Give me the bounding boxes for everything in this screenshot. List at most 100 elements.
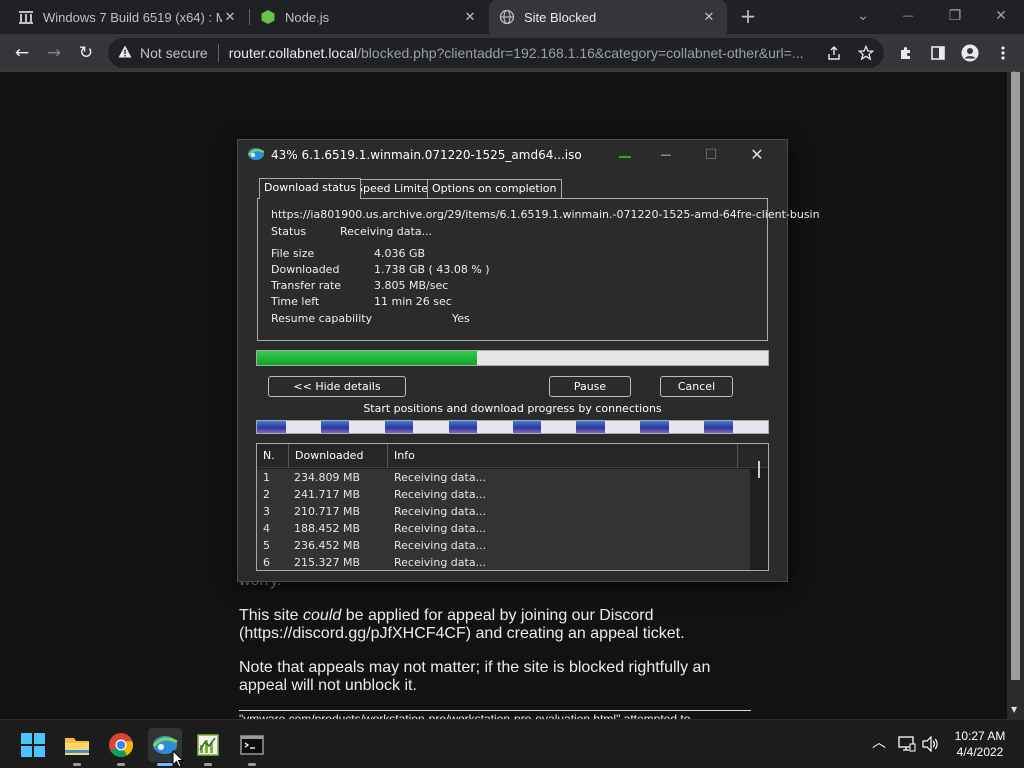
tab-speed-limiter[interactable]: Speed Limiter xyxy=(351,179,438,198)
footer-text-fragment: "vmware.com/products/workstation-pro/wor… xyxy=(239,712,691,719)
transfer-rate-label: Transfer rate xyxy=(271,279,342,292)
tab-options-on-completion[interactable]: Options on completion xyxy=(427,179,562,198)
connection-segment xyxy=(576,421,605,433)
cancel-button[interactable]: Cancel xyxy=(660,376,733,397)
security-label[interactable]: Not secure xyxy=(140,45,208,61)
tab-search-button[interactable]: ⌄ xyxy=(848,4,878,28)
profile-icon[interactable] xyxy=(957,40,983,66)
archive-icon xyxy=(18,9,34,25)
table-row[interactable]: 6 215.327 MB Receiving data... xyxy=(257,554,750,570)
terminal-icon[interactable] xyxy=(239,732,265,758)
dialog-maximize-button[interactable]: ☐ xyxy=(691,143,731,167)
cell-n: 2 xyxy=(263,488,270,501)
connections-progress-bar xyxy=(256,420,769,434)
table-row[interactable]: 5 236.452 MB Receiving data... xyxy=(257,537,750,554)
column-header-info[interactable]: Info xyxy=(388,444,738,468)
forward-button[interactable]: → xyxy=(41,40,67,66)
back-button[interactable]: ← xyxy=(9,40,35,66)
address-bar[interactable]: Not secure router.collabnet.local/blocke… xyxy=(108,38,884,68)
table-scrollbar-thumb[interactable] xyxy=(758,461,760,478)
resume-label: Resume capability xyxy=(271,312,373,325)
clock-time: 10:27 AM xyxy=(954,729,1006,743)
resume-value: Yes xyxy=(452,312,470,325)
table-row[interactable]: 3 210.717 MB Receiving data... xyxy=(257,503,750,520)
reload-button[interactable]: ↻ xyxy=(73,40,99,66)
title-progress-icon xyxy=(619,156,631,158)
connections-label: Start positions and download progress by… xyxy=(363,402,662,415)
network-icon[interactable] xyxy=(898,736,916,755)
cell-info: Receiving data... xyxy=(394,505,487,518)
mouse-cursor-icon xyxy=(172,749,185,768)
cell-downloaded: 188.452 MB xyxy=(294,522,361,535)
dialog-minimize-button[interactable]: — xyxy=(646,143,686,167)
tab-site-blocked[interactable]: Site Blocked ✕ xyxy=(489,0,727,34)
tab-download-status[interactable]: Download status xyxy=(259,178,361,199)
download-status-panel: https://ia801900.us.archive.org/29/items… xyxy=(257,198,820,341)
download-url: https://ia801900.us.archive.org/29/items… xyxy=(271,208,820,221)
idm-download-dialog: 43% 6.1.6519.1.winmain.071220-1525_amd64… xyxy=(237,139,820,582)
file-explorer-icon[interactable] xyxy=(64,732,90,758)
cell-downloaded: 210.717 MB xyxy=(294,505,361,518)
warning-icon[interactable] xyxy=(118,45,132,61)
connection-segment xyxy=(640,421,669,433)
cell-info: Receiving data... xyxy=(394,522,487,535)
column-header-n[interactable]: N. xyxy=(257,444,289,468)
scroll-down-arrow-icon[interactable]: ▼ xyxy=(1011,705,1017,714)
task-manager-icon[interactable] xyxy=(195,732,221,758)
cell-downloaded: 215.327 MB xyxy=(294,556,361,569)
page-divider xyxy=(239,710,751,711)
tab-title: Node.js xyxy=(285,9,330,25)
table-row[interactable]: 1 234.809 MB Receiving data... xyxy=(257,469,750,486)
scrollbar-thumb[interactable] xyxy=(1011,72,1020,680)
windows-start-icon[interactable] xyxy=(20,732,46,758)
cell-downloaded: 234.809 MB xyxy=(294,471,361,484)
page-scrollbar[interactable]: ▲ ▼ xyxy=(1007,69,1024,719)
nodejs-icon xyxy=(260,9,276,25)
close-icon[interactable]: ✕ xyxy=(701,9,717,25)
share-icon[interactable] xyxy=(821,40,847,66)
connection-segment xyxy=(448,421,478,433)
volume-icon[interactable] xyxy=(922,735,940,755)
close-icon[interactable]: ✕ xyxy=(462,9,478,25)
table-scrollbar[interactable] xyxy=(750,461,768,570)
bookmark-star-icon[interactable] xyxy=(853,40,879,66)
extensions-icon[interactable] xyxy=(893,40,919,66)
minimize-button[interactable]: — xyxy=(893,4,923,28)
cell-info: Receiving data... xyxy=(394,488,487,501)
chrome-icon[interactable] xyxy=(108,732,134,758)
tab-nodejs[interactable]: Node.js ✕ xyxy=(250,0,488,34)
transfer-rate-value: 3.805 MB/sec xyxy=(374,279,449,292)
restore-button[interactable]: ❐ xyxy=(940,4,970,28)
close-icon[interactable]: ✕ xyxy=(222,9,238,25)
dialog-close-button[interactable]: ✕ xyxy=(737,143,777,167)
side-panel-icon[interactable] xyxy=(925,40,951,66)
connection-segment xyxy=(512,421,542,433)
globe-icon xyxy=(499,9,515,25)
cell-n: 4 xyxy=(263,522,270,535)
tray-overflow-chevron[interactable]: ︿ xyxy=(872,732,886,752)
connection-segment xyxy=(384,421,414,433)
appeal-emphasis: could xyxy=(303,607,342,624)
running-indicator xyxy=(248,763,256,766)
downloaded-label: Downloaded xyxy=(271,263,340,276)
table-header: N. Downloaded Info xyxy=(257,444,768,468)
time-left-value: 11 min 26 sec xyxy=(374,295,452,308)
file-size-label: File size xyxy=(271,247,315,260)
tab-windows7[interactable]: Windows 7 Build 6519 (x64) : Mic ✕ xyxy=(8,0,248,34)
column-header-downloaded[interactable]: Downloaded xyxy=(289,444,388,468)
pause-button[interactable]: Pause xyxy=(549,376,631,397)
connections-table[interactable]: N. Downloaded Info 1 234.809 MB Receiving … xyxy=(256,443,769,571)
table-row[interactable]: 4 188.452 MB Receiving data... xyxy=(257,520,750,537)
cell-n: 1 xyxy=(263,471,270,484)
running-indicator xyxy=(73,763,81,766)
window-close-button[interactable]: ✕ xyxy=(986,4,1016,28)
cell-info: Receiving data... xyxy=(394,471,487,484)
file-size-value: 4.036 GB xyxy=(374,247,426,260)
new-tab-button[interactable]: + xyxy=(737,6,759,28)
table-row[interactable]: 2 241.717 MB Receiving data... xyxy=(257,486,750,503)
hide-details-button[interactable]: << Hide details xyxy=(268,376,406,397)
time-left-label: Time left xyxy=(271,295,320,308)
active-indicator xyxy=(157,763,173,766)
menu-kebab-icon[interactable] xyxy=(990,40,1016,66)
system-clock[interactable]: 10:27 AM 4/4/2022 xyxy=(940,728,1020,760)
